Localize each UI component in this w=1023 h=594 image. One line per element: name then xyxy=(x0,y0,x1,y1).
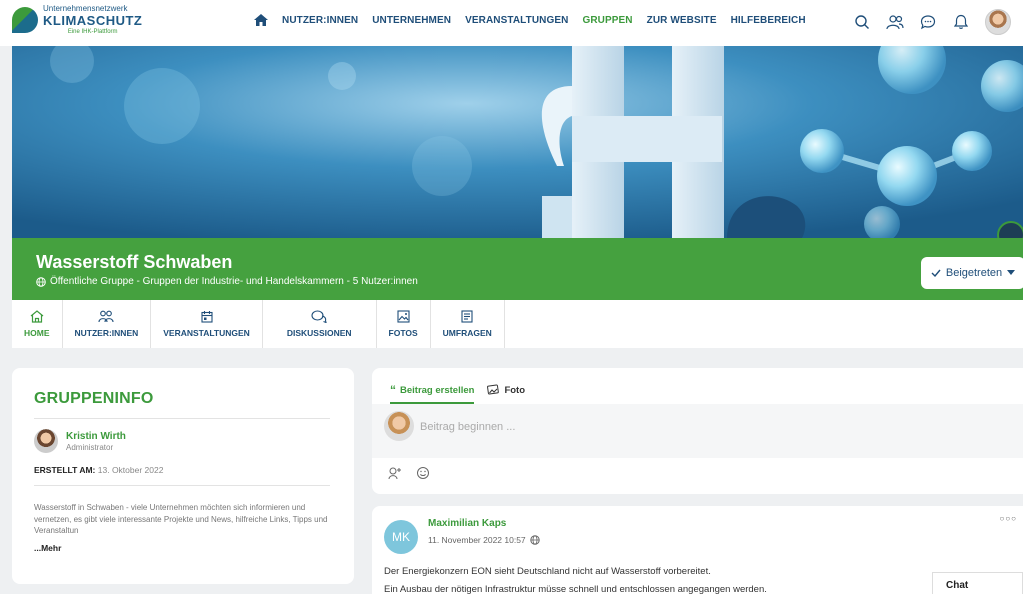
calendar-icon xyxy=(200,311,213,323)
tab-create-post[interactable]: “ Beitrag erstellen xyxy=(390,383,475,404)
group-title: Wasserstoff Schwaben xyxy=(36,252,233,272)
admin-name[interactable]: Kristin Wirth xyxy=(66,431,126,442)
hydrogen-illustration xyxy=(12,46,1023,238)
nav-item-nutzerinnen[interactable]: NUTZER:INNEN xyxy=(282,15,358,26)
group-cover-image xyxy=(12,46,1023,238)
tab-nutzerinnen[interactable]: NUTZER:INNEN xyxy=(63,300,152,348)
joined-label: Beigetreten xyxy=(945,267,1003,279)
joined-button[interactable]: Beigetreten xyxy=(921,257,1023,289)
header-icons xyxy=(853,9,1011,35)
group-subtitle: Öffentliche Gruppe - Gruppen der Industr… xyxy=(50,276,418,287)
divider xyxy=(34,485,330,486)
post-composer: “ Beitrag erstellen Foto Beitrag beginne… xyxy=(372,368,1023,494)
group-header: Wasserstoff Schwaben Öffentliche Gruppe … xyxy=(12,238,1023,300)
globe-icon xyxy=(36,276,46,287)
user-avatar[interactable] xyxy=(985,9,1011,35)
tab-umfragen[interactable]: UMFRAGEN xyxy=(431,300,505,348)
bell-icon[interactable] xyxy=(952,13,970,31)
created-label: ERSTELLT AM: xyxy=(34,465,96,475)
mention-icon[interactable] xyxy=(388,466,402,480)
group-info-title: GRUPPENINFO xyxy=(34,390,154,407)
post-text-line-2: Ein Ausbau der nötigen Infrastruktur müs… xyxy=(384,584,767,594)
users-icon xyxy=(98,310,114,323)
post-text-line-1: Der Energiekonzern EON sieht Deutschland… xyxy=(384,566,711,577)
created-row: ERSTELLT AM: 13. Oktober 2022 xyxy=(34,465,332,475)
admin-row: Kristin Wirth Administrator xyxy=(34,429,332,453)
home-icon xyxy=(30,310,44,323)
logo-mark xyxy=(12,7,38,33)
create-post-label: Beitrag erstellen xyxy=(400,384,475,396)
post-author-name[interactable]: Maximilian Kaps xyxy=(428,518,506,529)
logo-line-2: KLIMASCHUTZ xyxy=(43,13,143,28)
tab-photo[interactable]: Foto xyxy=(486,384,525,396)
created-date: 13. Oktober 2022 xyxy=(97,465,164,475)
main-nav: NUTZER:INNEN UNTERNEHMEN VERANSTALTUNGEN… xyxy=(254,14,806,26)
discussion-icon xyxy=(311,310,327,323)
photo-label: Foto xyxy=(504,384,526,396)
nav-item-zur-website[interactable]: ZUR WEBSITE xyxy=(647,15,717,26)
group-description: Wasserstoff in Schwaben - viele Unterneh… xyxy=(34,503,328,535)
divider xyxy=(34,418,330,419)
caret-down-icon xyxy=(1007,270,1016,275)
logo-line-3: Eine IHK-Plattform xyxy=(67,29,118,35)
group-tabs: HOME NUTZER:INNEN VERANSTALTUNGEN DISKUS… xyxy=(12,300,1023,348)
globe-icon xyxy=(529,535,540,545)
emoji-icon[interactable] xyxy=(416,466,430,480)
check-icon xyxy=(931,269,941,277)
admin-role: Administrator xyxy=(66,442,114,452)
post-card: MK Maximilian Kaps 11. November 2022 10:… xyxy=(372,506,1023,594)
nav-item-hilfebereich[interactable]: HILFEBEREICH xyxy=(731,15,806,26)
post-date: 11. November 2022 10:57 xyxy=(428,535,526,545)
tab-veranstaltungen[interactable]: VERANSTALTUNGEN xyxy=(151,300,263,348)
tab-fotos[interactable]: FOTOS xyxy=(377,300,431,348)
chat-icon[interactable] xyxy=(919,13,937,31)
post-options-icon[interactable]: ○○○ xyxy=(1000,514,1018,523)
composer-avatar xyxy=(384,411,414,441)
admin-avatar[interactable] xyxy=(34,429,58,453)
logo-line-1: Unternehmensnetzwerk xyxy=(43,4,128,13)
poll-icon xyxy=(461,310,473,323)
nav-item-gruppen[interactable]: GRUPPEN xyxy=(582,15,632,26)
chat-launcher[interactable]: Chat xyxy=(932,572,1023,594)
search-icon[interactable] xyxy=(853,13,871,31)
site-logo[interactable]: Unternehmensnetzwerk KLIMASCHUTZ Eine IH… xyxy=(12,5,142,35)
nav-item-veranstaltungen[interactable]: VERANSTALTUNGEN xyxy=(465,15,568,26)
group-info-card: GRUPPENINFO Kristin Wirth Administrator … xyxy=(12,368,354,584)
top-navigation-bar: Unternehmensnetzwerk KLIMASCHUTZ Eine IH… xyxy=(0,0,1023,46)
users-icon[interactable] xyxy=(886,13,904,31)
tab-diskussionen[interactable]: DISKUSSIONEN xyxy=(263,300,377,348)
tab-home[interactable]: HOME xyxy=(12,300,63,348)
post-author-avatar[interactable]: MK xyxy=(384,520,418,554)
home-icon[interactable] xyxy=(254,14,268,26)
quote-icon: “ xyxy=(390,383,396,397)
more-link[interactable]: ...Mehr xyxy=(34,543,332,553)
nav-item-unternehmen[interactable]: UNTERNEHMEN xyxy=(372,15,451,26)
photo-icon xyxy=(487,384,500,395)
photo-icon xyxy=(397,310,410,323)
post-input[interactable]: Beitrag beginnen ... xyxy=(420,421,515,433)
